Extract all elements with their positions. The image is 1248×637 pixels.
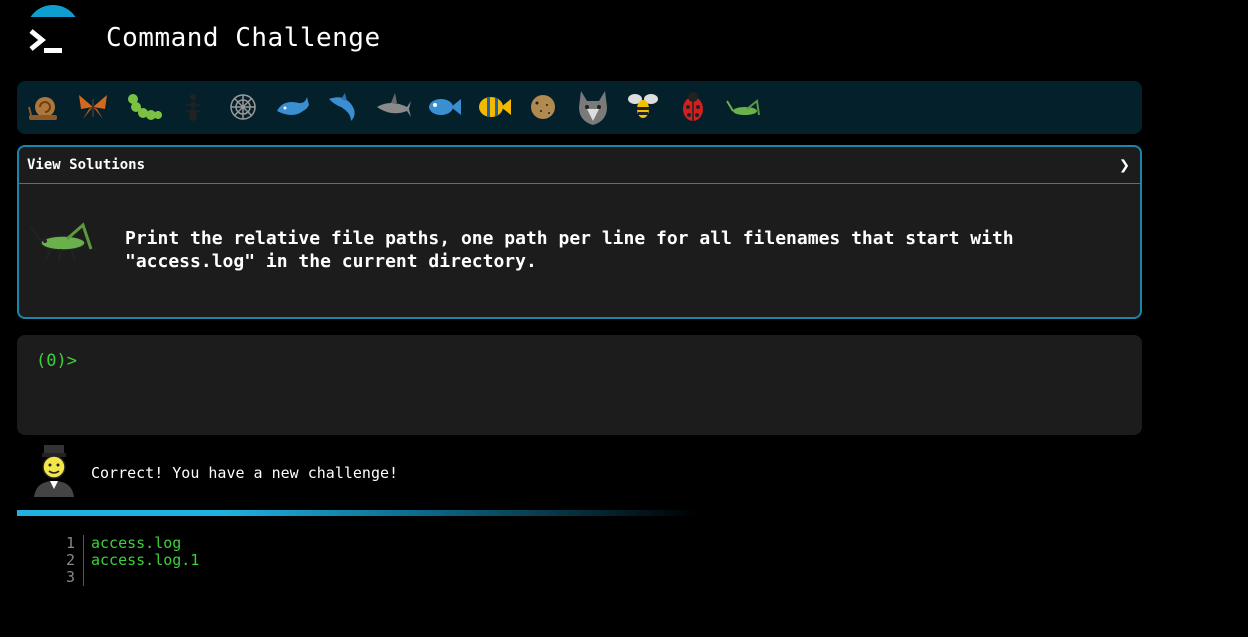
line-number: 2	[55, 552, 84, 569]
line-content: access.log	[91, 534, 182, 552]
tropical-fish-icon[interactable]	[473, 87, 513, 127]
chevron-right-icon[interactable]: ❯	[1119, 155, 1130, 176]
dolphin-icon[interactable]	[323, 87, 363, 127]
fish-icon[interactable]	[423, 87, 463, 127]
line-content	[84, 569, 91, 586]
student-avatar-icon	[32, 445, 76, 497]
divider-bar	[17, 510, 697, 516]
bee-icon[interactable]	[623, 87, 663, 127]
challenge-card: View Solutions ❯ Print the relative file…	[17, 145, 1142, 319]
whale-icon[interactable]	[273, 87, 313, 127]
critter-progress-bar	[17, 81, 1142, 134]
snail-icon[interactable]	[23, 87, 63, 127]
view-solutions-label[interactable]: View Solutions	[27, 157, 145, 173]
cricket-icon[interactable]	[723, 87, 763, 127]
terminal-prompt: (0)>	[36, 351, 77, 371]
command-output: 1 access.log 2 access.log.1 3	[55, 535, 199, 586]
terminal-prompt-icon	[29, 29, 62, 53]
ladybug-icon[interactable]	[673, 87, 713, 127]
app-logo[interactable]	[22, 5, 84, 67]
output-line: 1 access.log	[55, 535, 199, 552]
output-line: 2 access.log.1	[55, 552, 199, 569]
line-content: access.log.1	[91, 551, 200, 569]
spider-web-icon[interactable]	[223, 87, 263, 127]
ant-icon[interactable]	[173, 87, 213, 127]
shark-icon[interactable]	[373, 87, 413, 127]
blowfish-icon[interactable]	[523, 87, 563, 127]
line-number: 1	[55, 535, 84, 552]
terminal-input-area[interactable]: (0)>	[17, 335, 1142, 435]
caterpillar-icon[interactable]	[123, 87, 163, 127]
output-line: 3	[55, 569, 199, 586]
page-title: Command Challenge	[106, 23, 381, 53]
wolf-icon[interactable]	[573, 87, 613, 127]
challenge-description: Print the relative file paths, one path …	[125, 228, 1014, 272]
cricket-icon	[27, 217, 97, 267]
butterfly-icon[interactable]	[73, 87, 113, 127]
line-number: 3	[55, 569, 84, 586]
feedback-message: Correct! You have a new challenge!	[91, 464, 399, 482]
view-solutions-toggle[interactable]: View Solutions ❯	[19, 147, 1140, 184]
